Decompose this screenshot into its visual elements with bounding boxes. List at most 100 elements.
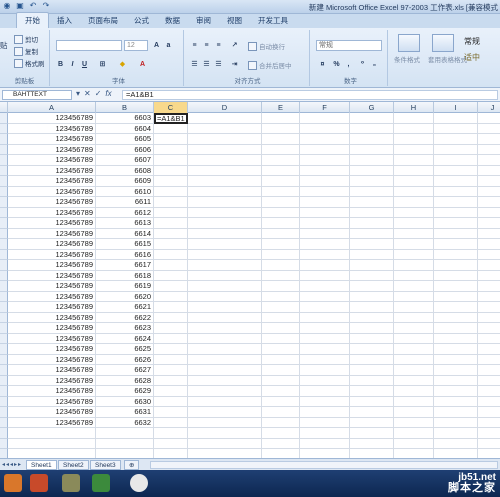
cell-a[interactable]: 123456789 bbox=[8, 134, 96, 145]
empty-cell[interactable] bbox=[262, 417, 300, 428]
cell-a[interactable]: 123456789 bbox=[8, 207, 96, 218]
empty-cell[interactable] bbox=[434, 113, 478, 124]
formula-input[interactable]: =A1&B1 bbox=[122, 90, 498, 100]
empty-cell[interactable] bbox=[262, 354, 300, 365]
cancel-icon[interactable]: ✕ bbox=[84, 89, 91, 98]
row-header[interactable] bbox=[0, 407, 8, 418]
empty-cell[interactable] bbox=[478, 176, 500, 187]
cell-c[interactable] bbox=[154, 197, 188, 208]
empty-cell[interactable] bbox=[262, 428, 300, 439]
empty-cell[interactable] bbox=[350, 207, 394, 218]
empty-cell[interactable] bbox=[350, 386, 394, 397]
row-header[interactable] bbox=[0, 228, 8, 239]
empty-cell[interactable] bbox=[300, 144, 350, 155]
empty-cell[interactable] bbox=[434, 291, 478, 302]
empty-cell[interactable] bbox=[434, 386, 478, 397]
copy-button[interactable]: 复制 bbox=[14, 46, 38, 56]
empty-cell[interactable] bbox=[300, 281, 350, 292]
cell-b[interactable]: 6620 bbox=[96, 291, 154, 302]
cell-a[interactable]: 123456789 bbox=[8, 228, 96, 239]
insert-sheet-icon[interactable]: ⊕ bbox=[124, 460, 140, 470]
empty-cell[interactable] bbox=[262, 312, 300, 323]
align-right-icon[interactable]: ☰ bbox=[214, 60, 223, 69]
empty-cell[interactable] bbox=[154, 449, 188, 458]
empty-cell[interactable] bbox=[394, 333, 434, 344]
empty-cell[interactable] bbox=[394, 344, 434, 355]
empty-cell[interactable] bbox=[394, 155, 434, 166]
empty-cell[interactable] bbox=[350, 239, 394, 250]
cell-a[interactable]: 123456789 bbox=[8, 218, 96, 229]
empty-cell[interactable] bbox=[300, 197, 350, 208]
empty-cell[interactable] bbox=[478, 208, 500, 219]
cell-a[interactable]: 123456789 bbox=[8, 281, 96, 292]
empty-cell[interactable] bbox=[394, 354, 434, 365]
ribbon-tab[interactable]: 公式 bbox=[126, 13, 157, 28]
empty-cell[interactable] bbox=[394, 386, 434, 397]
empty-cell[interactable] bbox=[350, 113, 394, 124]
empty-cell[interactable] bbox=[188, 165, 262, 176]
empty-cell[interactable] bbox=[300, 323, 350, 334]
row-header[interactable] bbox=[0, 197, 8, 208]
empty-cell[interactable] bbox=[434, 186, 478, 197]
empty-cell[interactable] bbox=[262, 260, 300, 271]
empty-cell[interactable] bbox=[434, 134, 478, 145]
cell-a[interactable]: 123456789 bbox=[8, 407, 96, 418]
empty-cell[interactable] bbox=[188, 417, 262, 428]
empty-cell[interactable] bbox=[262, 333, 300, 344]
cell-a[interactable]: 123456789 bbox=[8, 302, 96, 313]
horizontal-scrollbar[interactable] bbox=[150, 461, 498, 469]
empty-cell[interactable] bbox=[478, 166, 500, 177]
empty-cell[interactable] bbox=[188, 375, 262, 386]
font-color-icon[interactable]: A bbox=[138, 60, 147, 69]
cell-b[interactable]: 6632 bbox=[96, 417, 154, 428]
row-header[interactable] bbox=[0, 218, 8, 229]
empty-cell[interactable] bbox=[478, 271, 500, 282]
empty-cell[interactable] bbox=[478, 397, 500, 408]
cell-b[interactable]: 6617 bbox=[96, 260, 154, 271]
empty-cell[interactable] bbox=[188, 134, 262, 145]
empty-cell[interactable] bbox=[262, 281, 300, 292]
cell-a[interactable]: 123456789 bbox=[8, 176, 96, 187]
row-header[interactable] bbox=[0, 165, 8, 176]
empty-cell[interactable] bbox=[394, 438, 434, 449]
align-center-icon[interactable]: ☰ bbox=[202, 60, 211, 69]
empty-cell[interactable] bbox=[350, 396, 394, 407]
empty-cell[interactable] bbox=[188, 249, 262, 260]
empty-cell[interactable] bbox=[478, 134, 500, 145]
empty-cell[interactable] bbox=[434, 438, 478, 449]
cell-a[interactable]: 123456789 bbox=[8, 396, 96, 407]
font-name-combo[interactable] bbox=[56, 40, 122, 51]
empty-cell[interactable] bbox=[350, 134, 394, 145]
empty-cell[interactable] bbox=[188, 302, 262, 313]
empty-cell[interactable] bbox=[188, 207, 262, 218]
empty-cell[interactable] bbox=[262, 344, 300, 355]
enter-icon[interactable]: ✓ bbox=[95, 89, 102, 98]
empty-cell[interactable] bbox=[434, 155, 478, 166]
empty-cell[interactable] bbox=[350, 228, 394, 239]
cell-a[interactable]: 123456789 bbox=[8, 197, 96, 208]
cell-a[interactable]: 123456789 bbox=[8, 375, 96, 386]
empty-cell[interactable] bbox=[300, 428, 350, 439]
row-header[interactable] bbox=[0, 144, 8, 155]
empty-cell[interactable] bbox=[478, 323, 500, 334]
increase-decimal-icon[interactable]: ⁰ bbox=[358, 60, 367, 69]
empty-cell[interactable] bbox=[394, 428, 434, 439]
conditional-format-icon[interactable] bbox=[398, 34, 420, 52]
sheet-tab[interactable]: Sheet3 bbox=[90, 460, 121, 470]
empty-cell[interactable] bbox=[350, 186, 394, 197]
indent-icon[interactable]: ⇥ bbox=[230, 60, 239, 69]
empty-cell[interactable] bbox=[188, 123, 262, 134]
empty-cell[interactable] bbox=[300, 417, 350, 428]
empty-cell[interactable] bbox=[434, 312, 478, 323]
cell-c[interactable] bbox=[154, 123, 188, 134]
empty-cell[interactable] bbox=[350, 323, 394, 334]
row-header[interactable] bbox=[0, 249, 8, 260]
row-header[interactable] bbox=[0, 365, 8, 376]
empty-cell[interactable] bbox=[300, 365, 350, 376]
cell-c[interactable] bbox=[154, 176, 188, 187]
cell-c[interactable] bbox=[154, 354, 188, 365]
align-top-icon[interactable]: ≡ bbox=[190, 41, 199, 50]
ribbon-tab[interactable]: 开始 bbox=[16, 12, 49, 28]
empty-cell[interactable] bbox=[262, 449, 300, 458]
empty-cell[interactable] bbox=[262, 323, 300, 334]
